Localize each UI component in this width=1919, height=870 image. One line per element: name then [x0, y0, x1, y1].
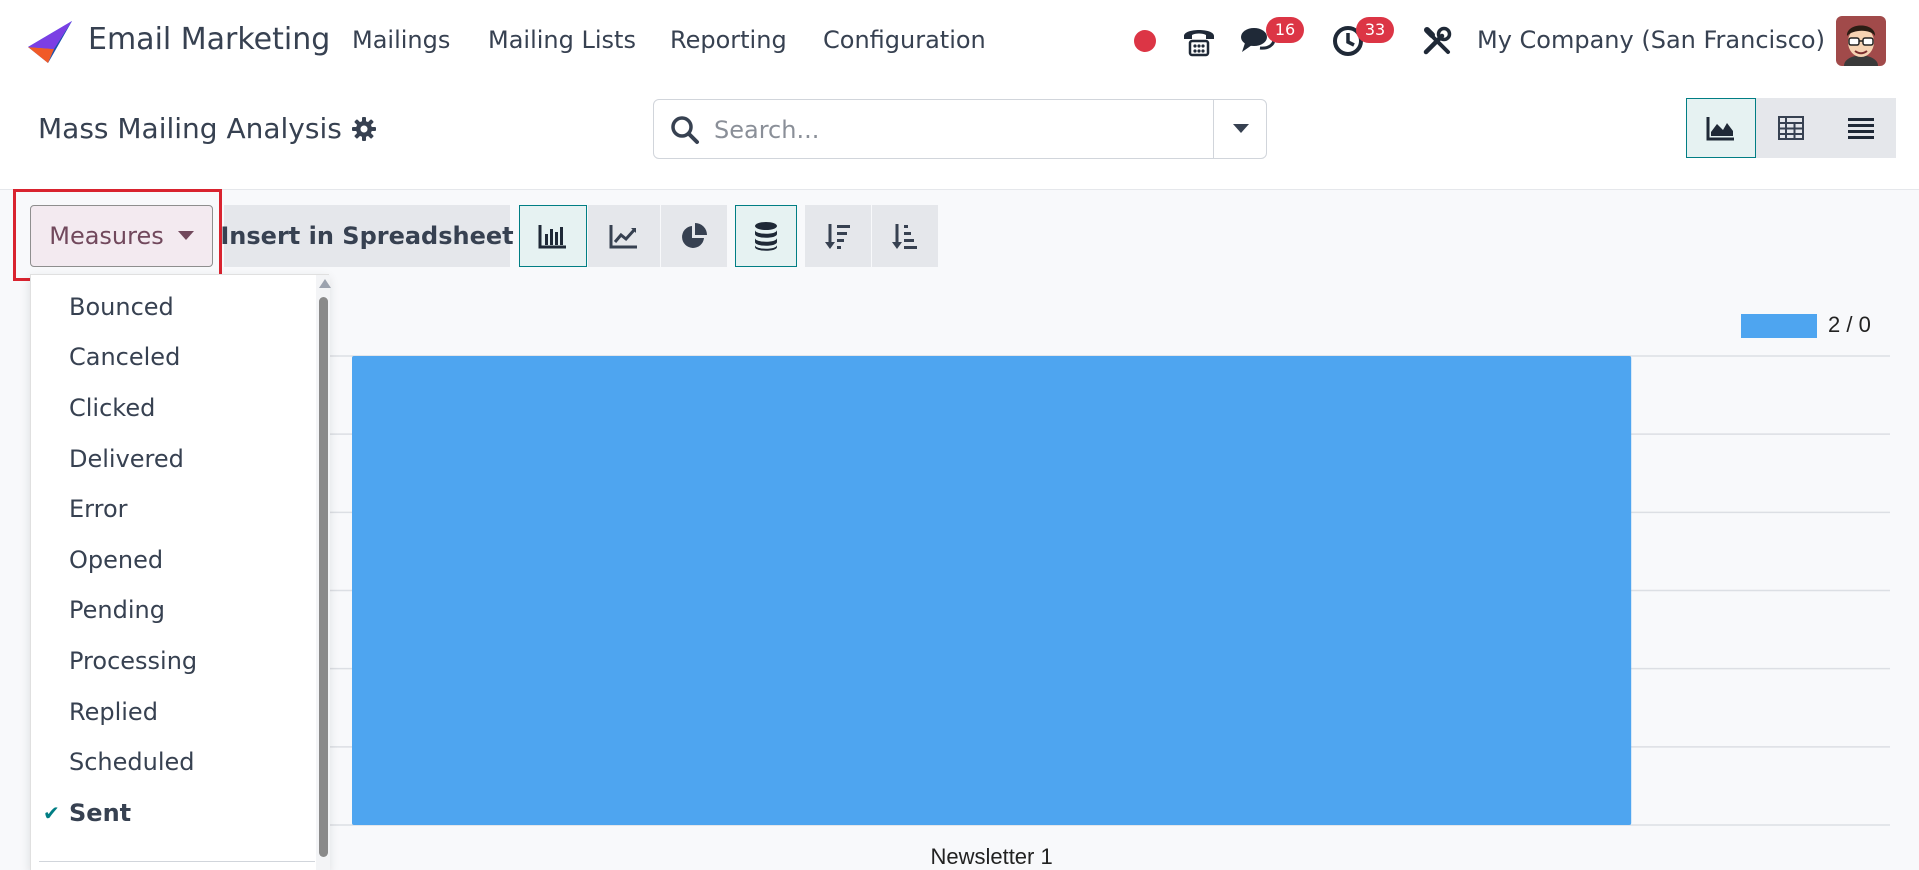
legend-swatch[interactable] [1741, 314, 1817, 338]
menu-configuration[interactable]: Configuration [823, 26, 986, 54]
pie-chart-button[interactable] [661, 205, 727, 267]
user-avatar[interactable] [1836, 16, 1886, 66]
messages-badge: 16 [1266, 17, 1304, 43]
control-panel: Mass Mailing Analysis [0, 84, 1919, 190]
measure-label: Error [69, 495, 128, 523]
menu-mailing-lists[interactable]: Mailing Lists [488, 26, 636, 54]
measure-label: Scheduled [69, 748, 195, 776]
legend-label[interactable]: 2 / 0 [1828, 312, 1871, 337]
app-name[interactable]: Email Marketing [88, 22, 330, 57]
stacked-button[interactable] [735, 205, 797, 267]
pivot-table-icon [1778, 116, 1804, 140]
line-chart-button[interactable] [588, 205, 660, 267]
measure-label: Replied [69, 698, 158, 726]
insert-in-spreadsheet-button[interactable]: Insert in Spreadsheet [220, 205, 514, 267]
page-title: Mass Mailing Analysis [38, 112, 342, 145]
area-chart-icon [1706, 117, 1734, 141]
sort-descending-icon [825, 224, 850, 249]
phone-icon[interactable] [1180, 20, 1218, 62]
measures-dropdown: Bounced Canceled Clicked Delivered Error… [30, 274, 331, 870]
chart-bar[interactable] [352, 356, 1632, 825]
search-options-toggle[interactable] [1213, 100, 1267, 158]
menu-reporting[interactable]: Reporting [670, 26, 787, 54]
measure-label: Sent [69, 799, 132, 827]
measure-item-sent[interactable]: ✔ Sent [31, 788, 317, 838]
sort-descending-button[interactable] [805, 205, 871, 267]
measure-item-pending[interactable]: Pending [31, 585, 317, 635]
x-tick-label: Newsletter 1 [930, 844, 1052, 869]
measure-item-delivered[interactable]: Delivered [31, 434, 317, 484]
list-view-button[interactable] [1826, 98, 1896, 158]
caret-down-icon [177, 231, 194, 240]
dropdown-divider [39, 861, 315, 862]
measure-item-error[interactable]: Error [31, 484, 317, 534]
measure-label: Canceled [69, 343, 181, 371]
measure-item-opened[interactable]: Opened [31, 535, 317, 585]
company-switcher[interactable]: My Company (San Francisco) [1477, 26, 1825, 54]
pivot-view-button[interactable] [1756, 98, 1826, 158]
database-stack-icon [755, 222, 777, 251]
bar-chart-icon [538, 225, 566, 249]
measure-item-replied[interactable]: Replied [31, 687, 317, 737]
graph-view-button[interactable] [1686, 98, 1756, 158]
top-navbar: Email Marketing Mailings Mailing Lists R… [0, 0, 1919, 84]
measure-label: Opened [69, 546, 164, 574]
measures-label: Measures [49, 222, 164, 250]
measure-label: Processing [69, 647, 198, 675]
list-icon [1848, 118, 1874, 139]
caret-down-icon [1232, 124, 1249, 133]
checkmark-icon: ✔ [43, 801, 60, 825]
bar-chart-button[interactable] [519, 205, 587, 267]
debug-tools-icon[interactable] [1420, 20, 1454, 62]
search-box [653, 99, 1267, 159]
pie-chart-icon [682, 223, 707, 248]
measure-label: Clicked [69, 394, 156, 422]
search-input[interactable] [714, 110, 1254, 150]
email-marketing-logo-icon[interactable] [28, 21, 72, 63]
measures-button[interactable]: Measures [30, 205, 213, 267]
gear-icon[interactable] [351, 116, 377, 142]
measure-label: Pending [69, 596, 165, 624]
measure-item-canceled[interactable]: Canceled [31, 332, 317, 382]
dropdown-scrollbar[interactable] [316, 275, 331, 870]
measure-item-scheduled[interactable]: Scheduled [31, 737, 317, 787]
scroll-up-arrow-icon[interactable] [319, 279, 331, 288]
sort-ascending-button[interactable] [872, 205, 938, 267]
measure-item-clicked[interactable]: Clicked [31, 383, 317, 433]
sort-ascending-icon [892, 224, 917, 249]
activities-badge: 33 [1356, 17, 1394, 43]
measure-item-processing[interactable]: Processing [31, 636, 317, 686]
scrollbar-thumb[interactable] [319, 297, 328, 857]
recording-dot-icon[interactable] [1132, 20, 1158, 62]
measure-label: Delivered [69, 445, 184, 473]
line-chart-icon [609, 225, 637, 249]
measure-item-bounced[interactable]: Bounced [31, 282, 317, 332]
search-icon [671, 116, 699, 144]
measure-label: Bounced [69, 293, 174, 321]
menu-mailings[interactable]: Mailings [352, 26, 450, 54]
